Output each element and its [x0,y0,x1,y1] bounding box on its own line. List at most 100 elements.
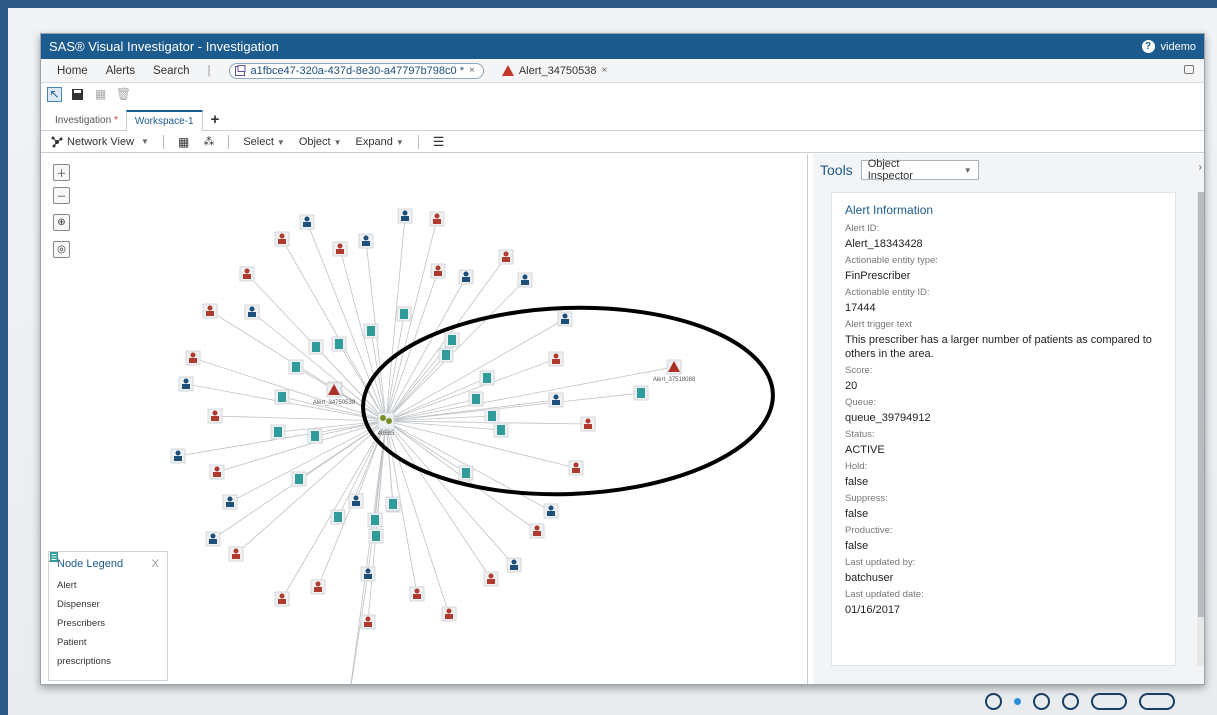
tab-workspace-1[interactable]: Workspace-1 [125,110,203,131]
nav-alerts[interactable]: Alerts [106,65,135,77]
prescription-node[interactable] [330,509,346,525]
legend-close-icon[interactable]: X [152,558,159,570]
scrollbar-thumb[interactable] [1198,192,1204,617]
patient-node[interactable] [228,546,244,562]
patient-node[interactable] [529,523,545,539]
alert-node[interactable] [666,359,682,375]
user-menu[interactable]: ? videmo [1141,40,1196,53]
prescription-node[interactable] [291,471,307,487]
tab-investigation-close[interactable]: × [469,65,475,76]
prescription-node[interactable] [458,465,474,481]
chevron-right-icon[interactable]: › [1199,162,1202,173]
tab-investigation[interactable]: a1fbce47-320a-437d-8e30-a47797b798c0 * × [228,62,484,79]
trash-icon[interactable]: 🗑 [116,87,131,102]
prescription-node[interactable] [484,408,500,424]
prescriber-node[interactable] [360,566,376,582]
prescription-node[interactable] [331,336,347,352]
prescription-node[interactable] [307,428,323,444]
patient-node[interactable] [274,591,290,607]
prescription-node[interactable] [633,385,649,401]
prescriber-node[interactable] [178,376,194,392]
prescription-node[interactable] [270,424,286,440]
prescriber-node[interactable] [557,311,573,327]
nav-home[interactable]: Home [57,65,88,77]
user-name[interactable]: videmo [1161,41,1196,53]
zoom-in-icon[interactable]: ＋ [53,164,70,181]
prescription-node[interactable] [368,528,384,544]
prescriber-node[interactable] [358,233,374,249]
layout-grid-icon[interactable]: ▦ [178,135,189,149]
patient-node[interactable] [207,408,223,424]
overview-icon[interactable]: ◎ [53,241,70,258]
network-canvas[interactable]: Alert_34750538Alert_37518088Alert_183434… [41,154,807,684]
patient-node[interactable] [498,249,514,265]
prescriber-node[interactable] [548,392,564,408]
zoom-out-icon[interactable]: － [53,187,70,204]
alert-node[interactable] [326,382,342,398]
patient-node[interactable] [568,460,584,476]
prescription-node[interactable] [468,391,484,407]
grid-icon[interactable]: ▦ [93,87,108,102]
layout-scatter-icon[interactable]: ⁂ [203,135,214,148]
prescriber-node[interactable] [397,208,413,224]
tools-select[interactable]: Object Inspector ▼ [860,158,979,182]
patient-node[interactable] [239,266,255,282]
prescription-node[interactable] [396,306,412,322]
scrollbar[interactable] [1197,192,1204,666]
select-menu-label[interactable]: Select [243,136,274,148]
patient-node[interactable] [310,579,326,595]
nav-search[interactable]: Search [153,65,189,77]
object-menu-label[interactable]: Object [299,136,331,148]
tab-workspace-1-label[interactable]: Workspace-1 [135,116,194,127]
prescriber-node[interactable] [222,494,238,510]
patient-node[interactable] [332,241,348,257]
prescription-node[interactable] [288,359,304,375]
prescriber-node[interactable] [517,272,533,288]
tab-alert[interactable]: Alert_34750538 × [501,65,607,77]
help-icon[interactable]: ? [1141,40,1155,53]
prescriber-node[interactable] [205,531,221,547]
prescriber-node[interactable] [543,503,559,519]
restore-window-icon[interactable] [1184,65,1194,74]
prescriber-node[interactable] [244,304,260,320]
prescription-node[interactable] [493,422,509,438]
zoom-fit-icon[interactable]: ⊕ [53,214,70,231]
prescription-node[interactable] [444,332,460,348]
patient-node[interactable] [409,586,425,602]
patient-node[interactable] [548,351,564,367]
tab-investigation-workspace[interactable]: Investigation * [47,111,126,130]
tab-investigation-workspace-label[interactable]: Investigation [55,115,111,126]
patient-node[interactable] [580,416,596,432]
patient-node[interactable] [360,614,376,630]
list-icon[interactable]: ☰ [433,134,445,150]
prescriber-node[interactable] [348,493,364,509]
prescriber-node[interactable] [506,557,522,573]
prescription-node[interactable] [363,323,379,339]
pointer-select-icon[interactable]: ↖ [47,86,62,102]
patient-node[interactable] [430,263,446,279]
expand-menu[interactable]: Expand ▼ [356,136,404,148]
patient-node[interactable] [209,464,225,480]
patient-node[interactable] [441,606,457,622]
object-menu[interactable]: Object ▼ [299,136,342,148]
prescriber-node[interactable] [299,214,315,230]
pager-circle[interactable] [1033,693,1050,710]
pager-dot[interactable] [1014,698,1021,705]
patient-node[interactable] [483,571,499,587]
patient-node[interactable] [185,350,201,366]
add-workspace-button[interactable]: + [203,109,228,130]
patient-node[interactable] [202,303,218,319]
tab-investigation-label[interactable]: a1fbce47-320a-437d-8e30-a47797b798c0 * [251,65,464,77]
tab-alert-label[interactable]: Alert_34750538 [519,65,597,77]
prescription-node[interactable] [308,339,324,355]
expand-menu-label[interactable]: Expand [356,136,393,148]
tools-select-value[interactable]: Object Inspector [868,158,941,182]
prescriber-node[interactable] [458,269,474,285]
pager-pill[interactable] [1091,693,1127,710]
select-menu[interactable]: Select ▼ [243,136,285,148]
pager-circle[interactable] [985,693,1002,710]
prescription-node[interactable] [385,496,401,512]
pager-circle[interactable] [1062,693,1079,710]
network-view-menu[interactable]: Network View ▼ [51,136,149,148]
patient-node[interactable] [429,211,445,227]
